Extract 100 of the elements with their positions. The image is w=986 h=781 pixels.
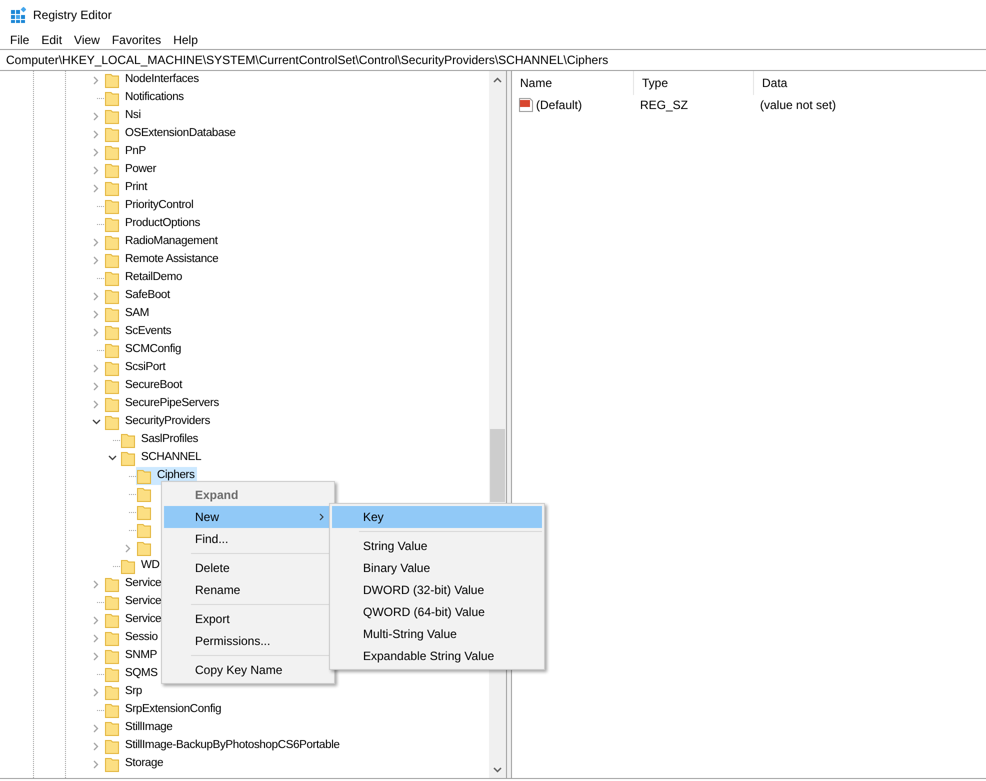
chevron-right-icon[interactable] [125, 544, 131, 552]
folder-icon [105, 108, 119, 124]
chevron-right-icon[interactable] [93, 724, 99, 732]
chevron-right-icon[interactable] [93, 130, 99, 138]
column-header[interactable]: Type [634, 71, 754, 95]
chevron-right-icon[interactable] [93, 652, 99, 660]
tree-item[interactable]: WD [141, 557, 160, 575]
value-name[interactable]: (Default) [536, 96, 582, 114]
tree-item[interactable]: Srp [125, 683, 142, 701]
tree-item[interactable]: StillImage-BackupByPhotoshopCS6Portable [125, 737, 340, 755]
chevron-right-icon[interactable] [93, 76, 99, 84]
folder-icon [105, 126, 119, 142]
tree-item[interactable]: Ciphers [157, 467, 195, 485]
chevron-right-icon[interactable] [93, 112, 99, 120]
tree-item[interactable]: SecurityProviders [125, 413, 210, 431]
folder-icon [121, 432, 135, 448]
menu-item[interactable]: Export [164, 608, 332, 630]
tree-item[interactable]: ScEvents [125, 323, 172, 341]
chevron-right-icon[interactable] [93, 310, 99, 318]
menu-item[interactable]: DWORD (32-bit) Value [332, 579, 542, 601]
tree-item[interactable]: SCMConfig [125, 341, 182, 359]
menu-item[interactable]: Expandable String Value [332, 645, 542, 667]
chevron-right-icon[interactable] [93, 382, 99, 390]
menu-item[interactable]: Find... [164, 528, 332, 550]
folder-icon [105, 378, 119, 394]
tree-item[interactable]: SQMS [125, 665, 158, 683]
folder-icon [105, 666, 119, 682]
tree-item[interactable]: StillImage [125, 719, 172, 737]
folder-icon [105, 252, 119, 268]
menu-item[interactable]: Delete [164, 557, 332, 579]
tree-item[interactable]: SecureBoot [125, 377, 182, 395]
chevron-right-icon[interactable] [93, 634, 99, 642]
menu-item[interactable]: Edit [35, 30, 68, 48]
chevron-right-icon[interactable] [93, 292, 99, 300]
column-header[interactable]: Name [512, 71, 634, 95]
tree-item[interactable]: RadioManagement [125, 233, 218, 251]
tree-item[interactable]: PriorityControl [125, 197, 194, 215]
tree-item[interactable]: Service [125, 611, 162, 629]
chevron-right-icon[interactable] [93, 616, 99, 624]
chevron-right-icon[interactable] [93, 328, 99, 336]
tree-item[interactable]: Print [125, 179, 148, 197]
folder-icon [105, 648, 119, 664]
menu-item[interactable]: Help [167, 30, 204, 48]
chevron-down-icon[interactable] [108, 455, 116, 461]
tree-item[interactable]: SaslProfiles [141, 431, 198, 449]
menu-item[interactable]: Favorites [106, 30, 168, 48]
tree-item[interactable]: Storage [125, 755, 164, 773]
value-type: REG_SZ [639, 97, 690, 114]
folder-icon [137, 540, 151, 556]
tree-item[interactable]: SCHANNEL [141, 449, 202, 467]
tree-item[interactable]: NodeInterfaces [125, 71, 199, 89]
menu-item[interactable]: Key [332, 506, 542, 528]
tree-item[interactable]: Power [125, 161, 156, 179]
folder-icon [105, 414, 119, 430]
tree-item[interactable]: RetailDemo [125, 269, 182, 287]
tree-item[interactable]: SAM [125, 305, 150, 323]
chevron-right-icon[interactable] [93, 166, 99, 174]
tree-item[interactable]: SNMP [125, 647, 158, 665]
tree-item[interactable]: ProductOptions [125, 215, 200, 233]
column-header[interactable]: Data [754, 71, 986, 95]
menu-item[interactable]: File [4, 30, 36, 48]
folder-icon [121, 450, 135, 466]
tree-item[interactable]: Sessio [125, 629, 158, 647]
chevron-right-icon[interactable] [93, 238, 99, 246]
chevron-right-icon[interactable] [93, 760, 99, 768]
menu-item[interactable]: Multi-String Value [332, 623, 542, 645]
chevron-right-icon[interactable] [93, 688, 99, 696]
chevron-right-icon[interactable] [93, 580, 99, 588]
menu-item[interactable]: Rename [164, 579, 332, 601]
chevron-right-icon[interactable] [93, 364, 99, 372]
menu-item[interactable]: View [68, 30, 106, 48]
tree-item[interactable]: SrpExtensionConfig [125, 701, 222, 719]
tree-item[interactable]: PnP [125, 143, 146, 161]
tree-item[interactable]: SecurePipeServers [125, 395, 219, 413]
tree-item[interactable]: Service [125, 575, 162, 593]
menu-item[interactable]: String Value [332, 535, 542, 557]
tree-item[interactable]: Notifications [125, 89, 184, 107]
chevron-right-icon[interactable] [93, 742, 99, 750]
folder-icon [105, 216, 119, 232]
chevron-right-icon[interactable] [93, 256, 99, 264]
chevron-right-icon[interactable] [93, 148, 99, 156]
tree-item[interactable]: SafeBoot [125, 287, 170, 305]
tree-item[interactable]: Nsi [125, 107, 141, 125]
menu-item[interactable]: Permissions... [164, 630, 332, 652]
tree-item[interactable]: ScsiPort [125, 359, 166, 377]
tree-item[interactable]: OSExtensionDatabase [125, 125, 236, 143]
chevron-right-icon[interactable] [93, 184, 99, 192]
chevron-right-icon[interactable] [93, 400, 99, 408]
folder-icon [105, 576, 119, 592]
window-title: Registry Editor [33, 7, 112, 24]
tree-item[interactable]: Service [125, 593, 162, 611]
menu-item[interactable]: QWORD (64-bit) Value [332, 601, 542, 623]
menu-item[interactable]: Binary Value [332, 557, 542, 579]
menu-item[interactable]: New [164, 506, 332, 528]
chevron-down-icon[interactable] [92, 419, 100, 425]
scroll-thumb[interactable] [490, 429, 505, 502]
tree-item[interactable]: Remote Assistance [125, 251, 218, 269]
folder-icon [137, 468, 151, 484]
folder-icon [105, 198, 119, 214]
menu-item[interactable]: Copy Key Name [164, 659, 332, 681]
